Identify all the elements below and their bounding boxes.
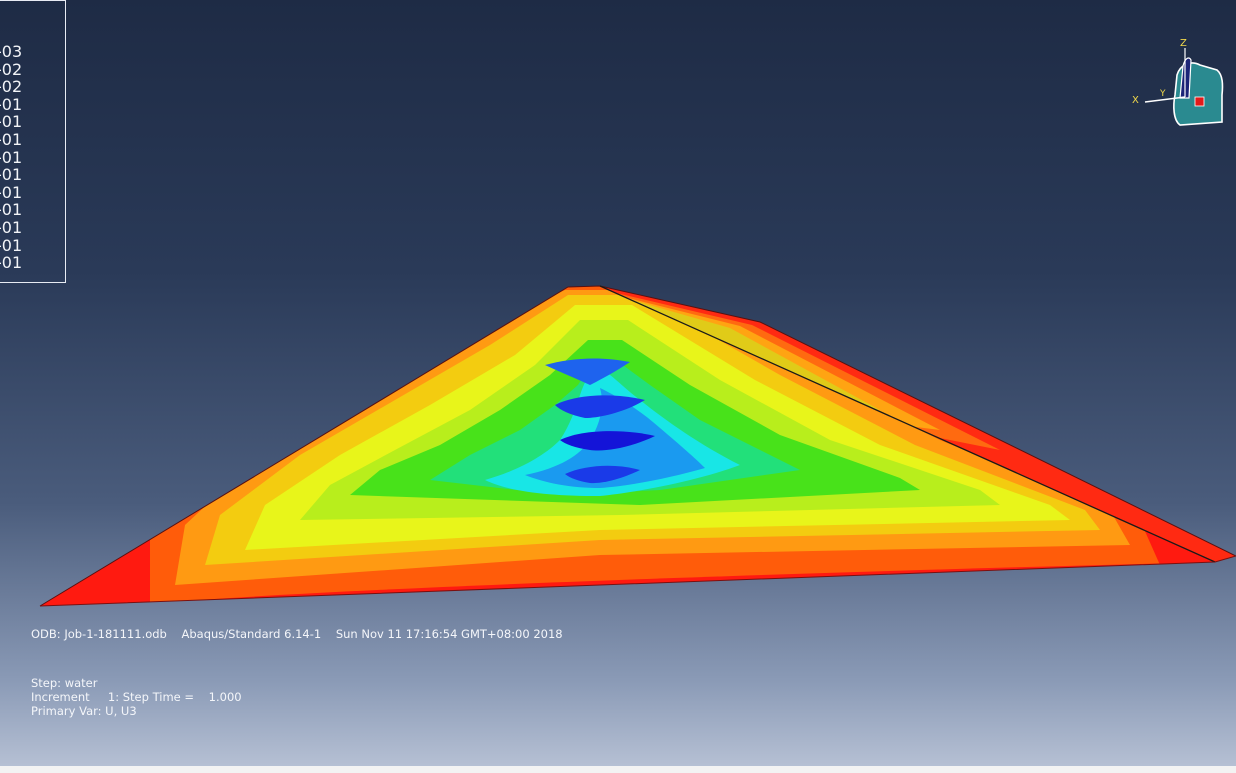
triad-origin-marker — [1194, 96, 1205, 107]
triad-x-label: X — [1132, 95, 1139, 106]
front-face — [40, 286, 1215, 606]
step-info-line: Step: water — [31, 676, 98, 690]
triad-y-label: Y — [1160, 89, 1166, 99]
view-triad[interactable]: Z X Y — [1125, 30, 1230, 130]
triad-icon — [1144, 48, 1224, 126]
viewport[interactable]: -03-02-02-01-01-01-01-01-01-01-01-01-01 — [0, 0, 1236, 773]
primary-var-info-line: Primary Var: U, U3 — [31, 704, 137, 718]
bottom-bar — [0, 766, 1236, 773]
odb-info-line: ODB: Job-1-181111.odb Abaqus/Standard 6.… — [31, 627, 563, 641]
increment-info-line: Increment 1: Step Time = 1.000 — [31, 690, 242, 704]
triad-z-label: Z — [1180, 38, 1187, 49]
model-canvas[interactable] — [0, 0, 1236, 773]
